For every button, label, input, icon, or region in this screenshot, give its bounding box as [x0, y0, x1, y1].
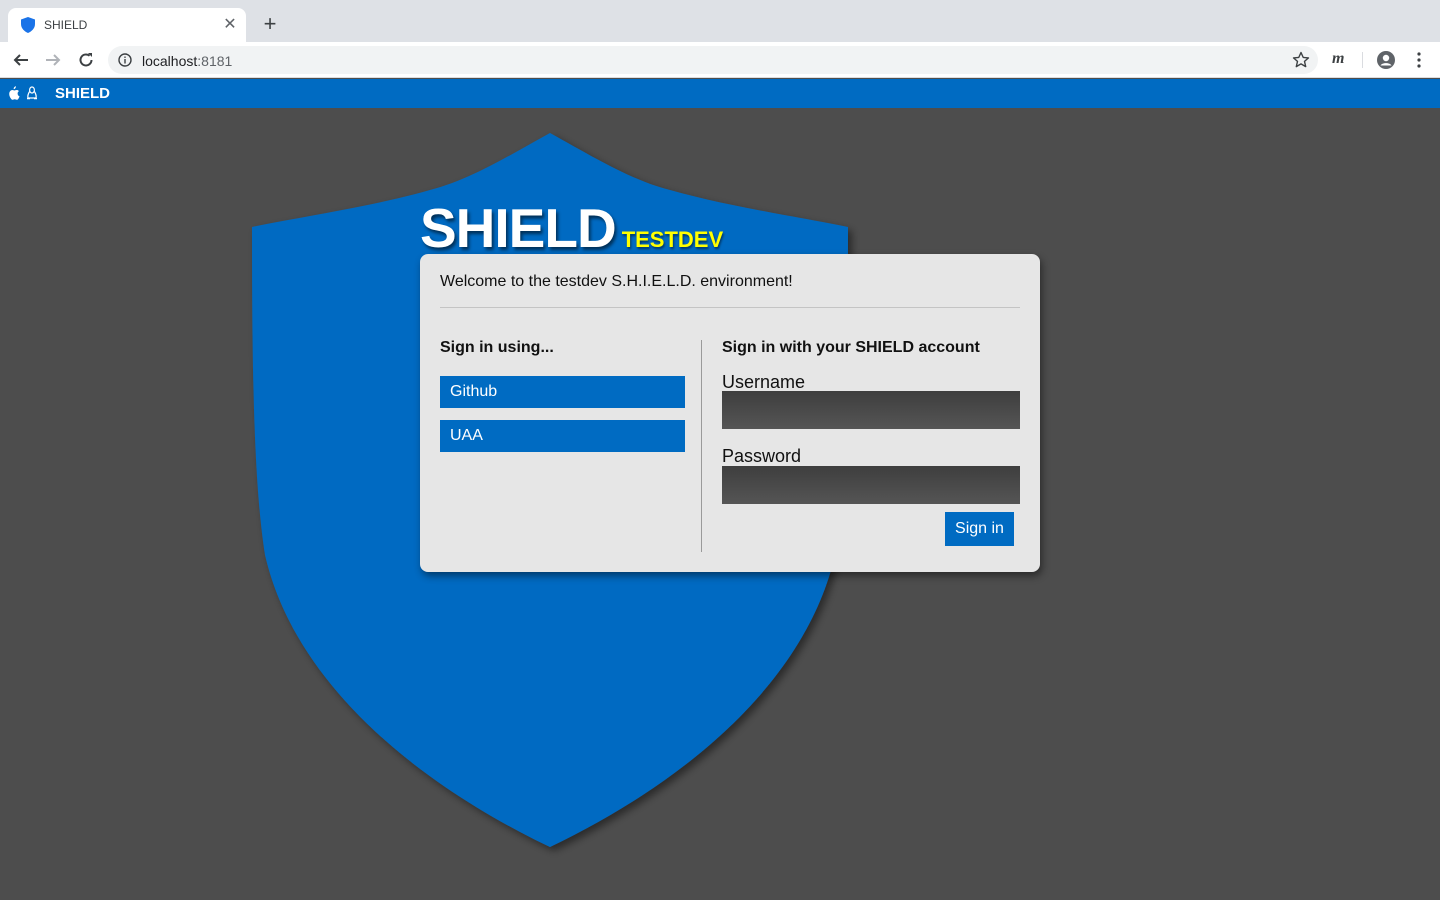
card-divider	[440, 307, 1020, 308]
profile-icon[interactable]	[1376, 50, 1396, 70]
app-header: SHIELD	[0, 79, 1440, 108]
password-label: Password	[722, 446, 802, 466]
uaa-signin-button[interactable]: UAA	[440, 420, 685, 452]
browser-toolbar: localhost:8181 m	[0, 42, 1440, 78]
url-text[interactable]: localhost:8181	[142, 53, 232, 69]
reload-icon[interactable]	[75, 49, 97, 71]
close-tab-icon[interactable]: ✕	[220, 15, 240, 35]
apple-icon	[9, 86, 20, 100]
extension-icon[interactable]: m	[1332, 50, 1344, 68]
new-tab-icon[interactable]: +	[259, 13, 281, 35]
username-field[interactable]	[722, 391, 1020, 429]
password-field[interactable]	[722, 466, 1020, 504]
toolbar-separator	[1362, 52, 1363, 68]
brand-name: SHIELD	[420, 197, 617, 259]
github-signin-button[interactable]: Github	[440, 376, 685, 408]
welcome-message: Welcome to the testdev S.H.I.E.L.D. envi…	[440, 273, 793, 290]
linux-icon	[27, 86, 37, 100]
address-bar[interactable]: localhost:8181	[108, 46, 1318, 74]
login-card: Welcome to the testdev S.H.I.E.L.D. envi…	[420, 254, 1040, 572]
forward-icon[interactable]	[42, 49, 64, 71]
sign-in-button[interactable]: Sign in	[945, 512, 1014, 546]
column-divider	[701, 340, 702, 552]
sso-heading: Sign in using...	[440, 339, 554, 356]
brand-heading: SHIELD TESTDEV	[420, 196, 723, 260]
browser-tabstrip: SHIELD ✕ +	[0, 0, 1440, 42]
username-label: Username	[722, 372, 806, 392]
environment-label: TESTDEV	[621, 227, 724, 252]
info-icon[interactable]	[118, 53, 132, 67]
app-title[interactable]: SHIELD	[55, 85, 110, 102]
bookmark-star-icon[interactable]	[1292, 51, 1310, 69]
shield-favicon-icon	[21, 17, 35, 33]
menu-kebab-icon[interactable]	[1410, 50, 1428, 70]
local-signin-heading: Sign in with your SHIELD account	[722, 339, 980, 356]
tab-title: SHIELD	[44, 18, 88, 32]
back-icon[interactable]	[10, 49, 32, 71]
browser-tab[interactable]: SHIELD ✕	[8, 8, 246, 42]
